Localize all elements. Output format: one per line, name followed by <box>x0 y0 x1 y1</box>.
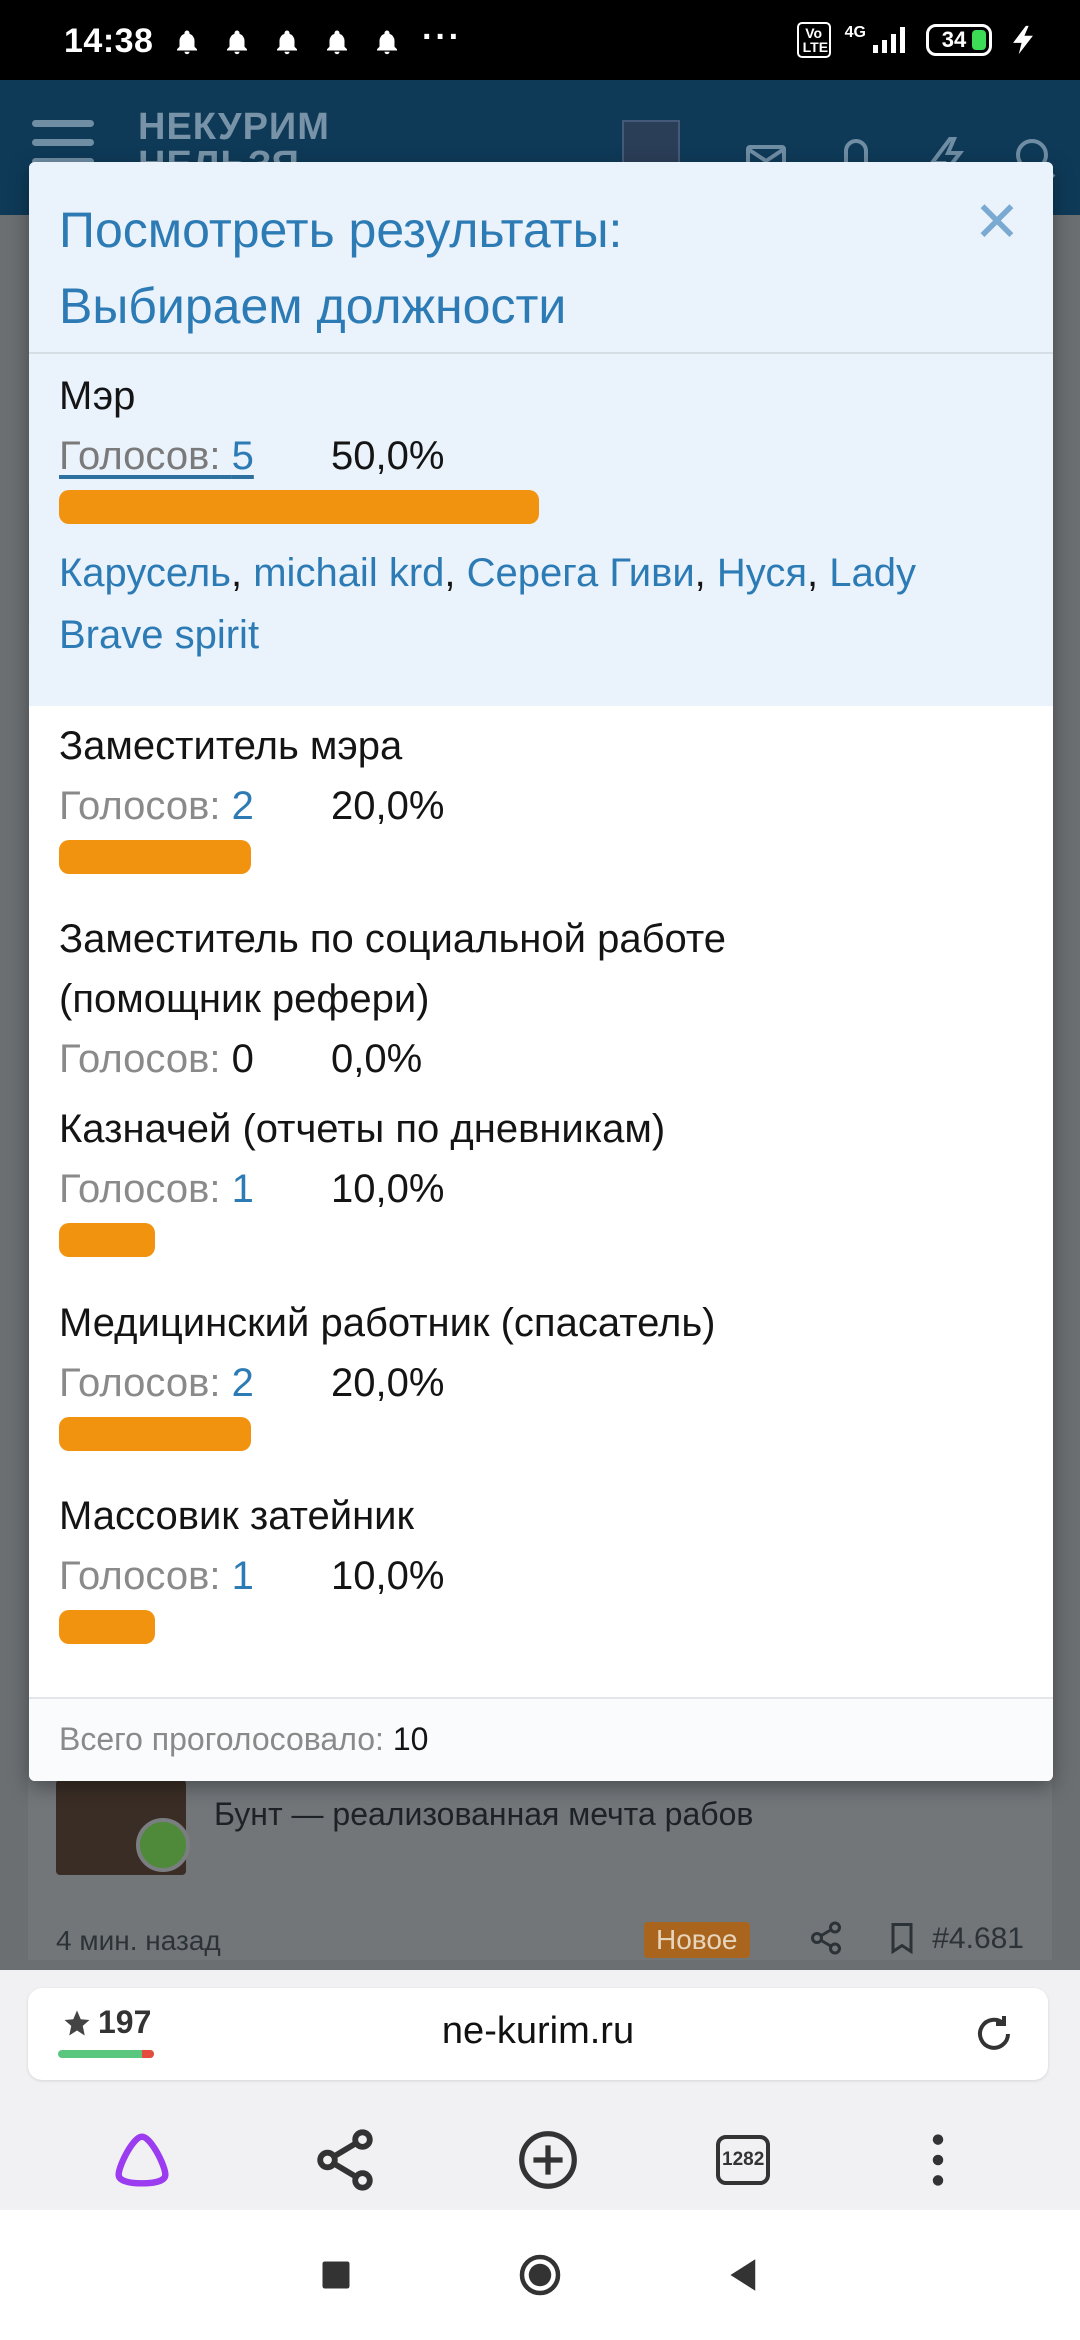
share-icon[interactable] <box>808 1920 844 1956</box>
post-number[interactable]: #4.681 <box>932 1922 1024 1956</box>
result-bar <box>59 1223 155 1257</box>
poll-option: Заместитель по социальной работе (помощн… <box>29 909 1053 1099</box>
online-badge <box>136 1818 190 1872</box>
share-icon[interactable] <box>310 2125 380 2195</box>
post-signature: Бунт — реализованная мечта рабов <box>214 1796 754 1832</box>
votes-link[interactable]: Голосов: 1 <box>59 1159 331 1219</box>
reload-icon[interactable] <box>970 2010 1018 2058</box>
bell-icon <box>277 30 297 55</box>
poll-option: Массовик затейник Голосов: 1 10,0% <box>29 1486 1053 1676</box>
result-bar <box>59 1610 155 1644</box>
back-icon[interactable] <box>717 2248 771 2302</box>
votes-count: Голосов: 0 <box>59 1037 254 1081</box>
votes-link[interactable]: Голосов: 2 <box>59 776 331 836</box>
alice-assistant-icon[interactable] <box>107 2125 177 2195</box>
modal-footer: Всего проголосовало: 10 <box>29 1697 1053 1781</box>
votes-link[interactable]: Голосов: 1 <box>59 1546 331 1606</box>
votes-link[interactable]: Голосов: 2 <box>59 1353 331 1413</box>
poll-option: Заместитель мэра Голосов: 2 20,0% <box>29 706 1053 909</box>
bell-icon <box>227 30 247 55</box>
post-time[interactable]: 4 мин. назад <box>56 1925 221 1957</box>
modal-header: Посмотреть результаты: Выбираем должност… <box>29 162 1053 354</box>
tabs-count-button[interactable]: 1282 <box>716 2135 771 2185</box>
post-actions <box>808 1920 920 1956</box>
option-label: Медицинский работник (спасатель) <box>59 1301 716 1345</box>
voter-link[interactable]: Серега Гиви <box>467 551 695 595</box>
new-badge: Новое <box>644 1922 750 1958</box>
result-bar <box>59 490 539 524</box>
poll-option: Мэр Голосов: 5 50,0% Карусель, michail k… <box>29 354 1053 706</box>
status-time: 14:38 <box>64 22 154 60</box>
voter-list: Карусель, michail krd, Серега Гиви, Нуся… <box>59 551 916 657</box>
bell-icon <box>327 30 347 55</box>
bookmark-icon[interactable] <box>884 1920 920 1956</box>
status-right: Vo LTE 4G 34 <box>796 22 1040 58</box>
recents-icon[interactable] <box>309 2248 363 2302</box>
browser-actions: 1282 <box>0 2110 1080 2210</box>
new-tab-icon[interactable] <box>513 2125 583 2195</box>
network-type: 4G <box>844 24 866 41</box>
signal-icon <box>873 27 905 53</box>
bell-icon <box>377 30 397 55</box>
home-icon[interactable] <box>513 2248 567 2302</box>
url-text[interactable]: ne-kurim.ru <box>28 2010 1048 2053</box>
option-percent: 20,0% <box>331 784 445 828</box>
more-notifications: ··· <box>422 18 462 56</box>
background-post: Бунт — реализованная мечта рабов 4 мин. … <box>28 1760 1052 1960</box>
bell-icon <box>177 30 197 55</box>
address-bar[interactable]: 197 ne-kurim.ru <box>28 1988 1048 2080</box>
status-bar: 14:38 ··· Vo LTE 4G 34 <box>0 0 1080 80</box>
option-label: Заместитель по социальной работе (помощн… <box>59 917 726 1021</box>
option-stats: Голосов: 5 50,0% <box>59 426 1053 486</box>
charging-icon <box>1013 25 1033 55</box>
option-label: Заместитель мэра <box>59 724 403 768</box>
option-stats: Голосов: 1 10,0% <box>59 1159 1053 1219</box>
option-label: Массовик затейник <box>59 1494 415 1538</box>
modal-title: Посмотреть результаты: Выбираем должност… <box>59 202 623 334</box>
option-stats: Голосов: 0 0,0% <box>59 1029 1053 1089</box>
option-percent: 20,0% <box>331 1361 445 1405</box>
option-percent: 10,0% <box>331 1167 445 1211</box>
option-label: Мэр <box>59 374 136 418</box>
option-percent: 50,0% <box>331 434 445 478</box>
voter-link[interactable]: michail krd <box>253 551 444 595</box>
result-bar <box>59 1417 251 1451</box>
option-percent: 10,0% <box>331 1554 445 1598</box>
option-percent: 0,0% <box>331 1037 423 1081</box>
more-menu-icon[interactable] <box>903 2125 973 2195</box>
total-votes-label: Всего проголосовало: <box>59 1721 384 1757</box>
voter-link[interactable]: Нуся <box>717 551 807 595</box>
volte-icon: Vo LTE <box>796 22 831 58</box>
poll-results-modal: Посмотреть результаты: Выбираем должност… <box>29 162 1053 1781</box>
option-stats: Голосов: 2 20,0% <box>59 1353 1053 1413</box>
battery-icon: 34 <box>926 24 992 56</box>
total-votes-value: 10 <box>392 1721 429 1757</box>
browser-toolbar: 197 ne-kurim.ru 1282 <box>0 1970 1080 2210</box>
system-nav-bar <box>0 2210 1080 2340</box>
option-stats: Голосов: 2 20,0% <box>59 776 1053 836</box>
notification-icons <box>172 28 402 58</box>
voter-link[interactable]: Карусель <box>59 551 231 595</box>
option-label: Казначей (отчеты по дневникам) <box>59 1107 666 1151</box>
votes-link[interactable]: Голосов: 5 <box>59 426 331 486</box>
close-icon[interactable]: ✕ <box>967 192 1027 252</box>
poll-option: Медицинский работник (спасатель) Голосов… <box>29 1293 1053 1486</box>
result-bar <box>59 840 251 874</box>
poll-option: Казначей (отчеты по дневникам) Голосов: … <box>29 1099 1053 1293</box>
option-stats: Голосов: 1 10,0% <box>59 1546 1053 1606</box>
